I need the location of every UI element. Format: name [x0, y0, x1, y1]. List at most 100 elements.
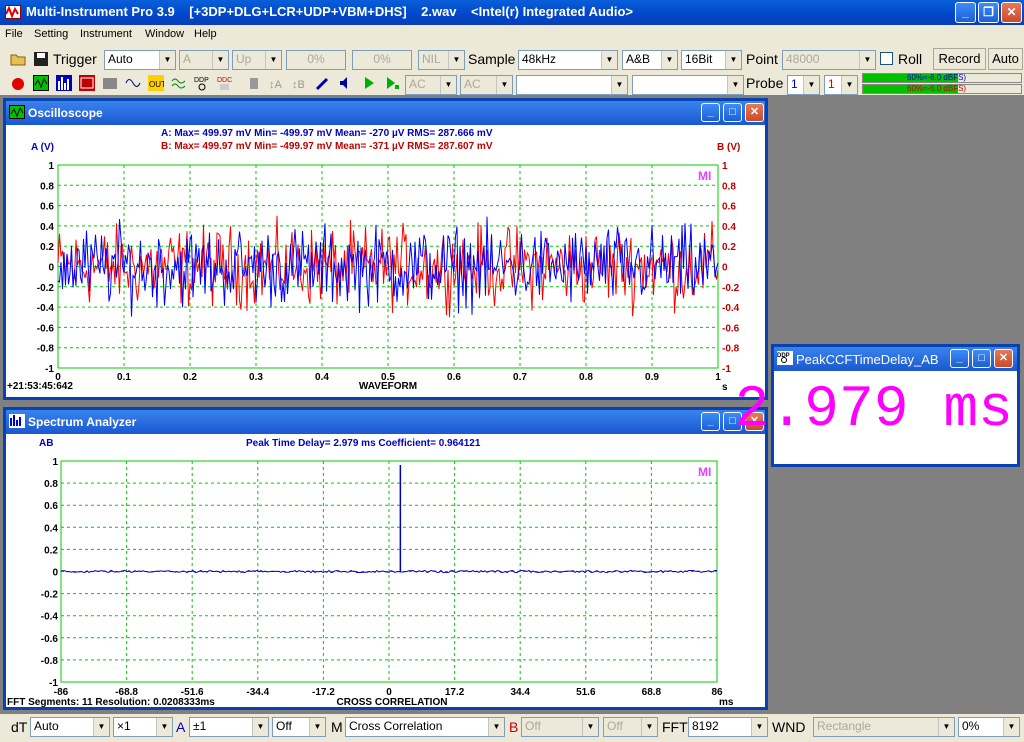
record-dot-icon[interactable]	[10, 76, 26, 92]
a-range-select[interactable]: ±1 ▼	[189, 717, 269, 737]
close-button[interactable]: ✕	[1001, 2, 1022, 23]
b-function-select[interactable]: Off ▼	[603, 717, 658, 737]
menu-instrument[interactable]: Instrument	[80, 28, 132, 40]
osc-x-tick: 0.6	[447, 372, 461, 383]
wave-icon[interactable]	[125, 75, 141, 91]
peak-delay-value: 2.979 ms	[734, 378, 1013, 443]
bits-select[interactable]: 16Bit ▼	[681, 50, 742, 70]
coupling-a-select[interactable]: AC ▼	[405, 75, 457, 95]
roll-checkbox[interactable]	[880, 52, 893, 65]
overlap-select[interactable]: 0% ▼	[958, 717, 1020, 737]
spectrum-titlebar[interactable]: Spectrum Analyzer _ □ ✕	[6, 410, 765, 434]
peak-minimize-button[interactable]: _	[950, 349, 969, 368]
oscilloscope-titlebar[interactable]: Oscilloscope _ □ ✕	[6, 101, 765, 125]
osc-x-tick: 0.8	[579, 372, 593, 383]
zero-a-icon[interactable]: ↕A	[269, 75, 285, 91]
play-step-icon[interactable]	[384, 75, 400, 91]
menu-bar: File Setting Instrument Window Help	[0, 25, 1024, 45]
speaker-icon[interactable]	[338, 75, 354, 91]
save-icon[interactable]	[33, 51, 49, 67]
trigger-level-stepper[interactable]: 0%	[286, 50, 346, 70]
osc-y-tick-left: 0.4	[40, 222, 54, 233]
record-button[interactable]: Record	[933, 48, 986, 70]
b-range-select[interactable]: Off ▼	[521, 717, 599, 737]
restore-button[interactable]: ❐	[978, 2, 999, 23]
spec-footer: FFT Segments: 11 Resolution: 0.0208333ms	[7, 697, 215, 707]
m-label: M	[331, 719, 343, 735]
spec-x-label: CROSS CORRELATION	[337, 697, 448, 707]
osc-x-tick: 1	[715, 372, 721, 383]
probe-b-select[interactable]: 1 ▼	[824, 75, 858, 95]
osc-y-tick-right: 0.8	[722, 181, 736, 192]
mode-b-select[interactable]: ▼	[632, 75, 744, 95]
spectrum-analyzer-icon[interactable]	[56, 75, 72, 91]
ddp-icon[interactable]: DDP	[194, 75, 210, 91]
open-folder-icon[interactable]	[10, 51, 26, 67]
calibrate-icon[interactable]	[246, 75, 262, 91]
peak-titlebar[interactable]: DDP PeakCCFTimeDelay_AB _ □ ✕	[774, 347, 1017, 371]
spectrum-title: Spectrum Analyzer	[28, 415, 137, 429]
osc-x-tick: 0.2	[183, 372, 197, 383]
output-icon[interactable]: OUT	[148, 75, 166, 91]
points-select[interactable]: 48000 ▼	[782, 50, 876, 70]
spec-ylabel: AB	[39, 438, 53, 449]
a-function-select[interactable]: Off ▼	[272, 717, 326, 737]
spec-y-tick: 0.4	[44, 523, 58, 534]
spectrum-analyzer-window: Spectrum Analyzer _ □ ✕ 1 0.8 0.6 0.4 0.2 0 -0…	[3, 407, 768, 710]
osc-maximize-button[interactable]: □	[723, 103, 742, 122]
trigger-mode-select[interactable]: Auto ▼	[104, 50, 176, 70]
peak-close-button[interactable]: ✕	[994, 349, 1013, 368]
oscilloscope-plot[interactable]: 1 1 0.8 0.8 0.6 0.6 0.4 0.4 0.2 0.2 0 0 -0.2 -0.2 -0.4…	[6, 125, 765, 397]
menu-file[interactable]: File	[5, 28, 23, 40]
osc-y-tick-left: 1	[48, 161, 54, 172]
multiplier-select[interactable]: ×1 ▼	[113, 717, 173, 737]
menu-window[interactable]: Window	[145, 28, 184, 40]
trigger-edge-select[interactable]: Up ▼	[232, 50, 282, 70]
dt-select[interactable]: Auto ▼	[30, 717, 110, 737]
window-function-select[interactable]: Rectangle ▼	[813, 717, 955, 737]
sample-rate-select[interactable]: 48kHz ▼	[518, 50, 618, 70]
ddp-window-icon: DDP	[777, 351, 793, 365]
spec-x-tick: 34.4	[510, 687, 530, 698]
minimize-button[interactable]: _	[955, 2, 976, 23]
oscilloscope-icon[interactable]	[33, 75, 49, 91]
auto-button[interactable]: Auto	[988, 48, 1023, 70]
analysis-mode-select[interactable]: Cross Correlation ▼	[345, 717, 505, 737]
signal-icon[interactable]	[171, 75, 187, 91]
menu-setting[interactable]: Setting	[34, 28, 68, 40]
spec-minimize-button[interactable]: _	[701, 412, 720, 431]
peak-maximize-button[interactable]: □	[972, 349, 991, 368]
generator-icon[interactable]	[102, 75, 118, 91]
menu-help[interactable]: Help	[194, 28, 217, 40]
probe-a-select[interactable]: 1 ▼	[787, 75, 820, 95]
spec-mi-logo: MI	[698, 465, 711, 479]
fft-label: FFT	[662, 719, 688, 735]
channels-select[interactable]: A&B ▼	[622, 50, 678, 70]
nil-select[interactable]: NIL ▼	[418, 50, 465, 70]
title-bar: Multi-Instrument Pro 3.9 [+3DP+DLG+LCR+U…	[0, 0, 1024, 25]
spec-y-tick: -0.2	[41, 590, 59, 601]
window-title: Multi-Instrument Pro 3.9 [+3DP+DLG+LCR+U…	[26, 4, 634, 19]
instrument-toolbar: OUT DDP DDC ↕A ↕B AC ▼ AC ▼ ▼ ▼ Probe 1 ▼ 1…	[0, 72, 1024, 95]
trigger-channel-select[interactable]: A ▼	[179, 50, 229, 70]
coupling-b-select[interactable]: AC ▼	[460, 75, 513, 95]
probe-tool-icon[interactable]	[315, 75, 331, 91]
osc-y-tick-left: -0.6	[37, 323, 55, 334]
osc-minimize-button[interactable]: _	[701, 103, 720, 122]
osc-y-tick-right: 0.6	[722, 202, 736, 213]
play-icon[interactable]	[361, 75, 377, 91]
zero-b-icon[interactable]: ↕B	[292, 75, 308, 91]
osc-close-button[interactable]: ✕	[745, 103, 764, 122]
osc-x-label: WAVEFORM	[359, 381, 417, 392]
level-meter-b: 60%≈-6.0 dBFS)	[862, 84, 1022, 94]
mode-a-select[interactable]: ▼	[516, 75, 628, 95]
ddc-icon[interactable]: DDC	[217, 75, 233, 91]
multimeter-icon[interactable]	[79, 75, 95, 91]
dt-label: dT	[11, 719, 28, 735]
main-toolbar: Trigger Auto ▼ A ▼ Up ▼ 0% 0% NIL ▼ Sample 4…	[0, 45, 1024, 72]
roll-label: Roll	[898, 51, 923, 67]
osc-y-tick-right: 1	[722, 161, 728, 172]
fft-size-select[interactable]: 8192 ▼	[688, 717, 768, 737]
trigger-delay-stepper[interactable]: 0%	[352, 50, 412, 70]
cross-correlation-plot[interactable]: 10.80.60.40.20-0.2-0.4-0.6-0.8-1-86 -68.8…	[6, 434, 765, 708]
